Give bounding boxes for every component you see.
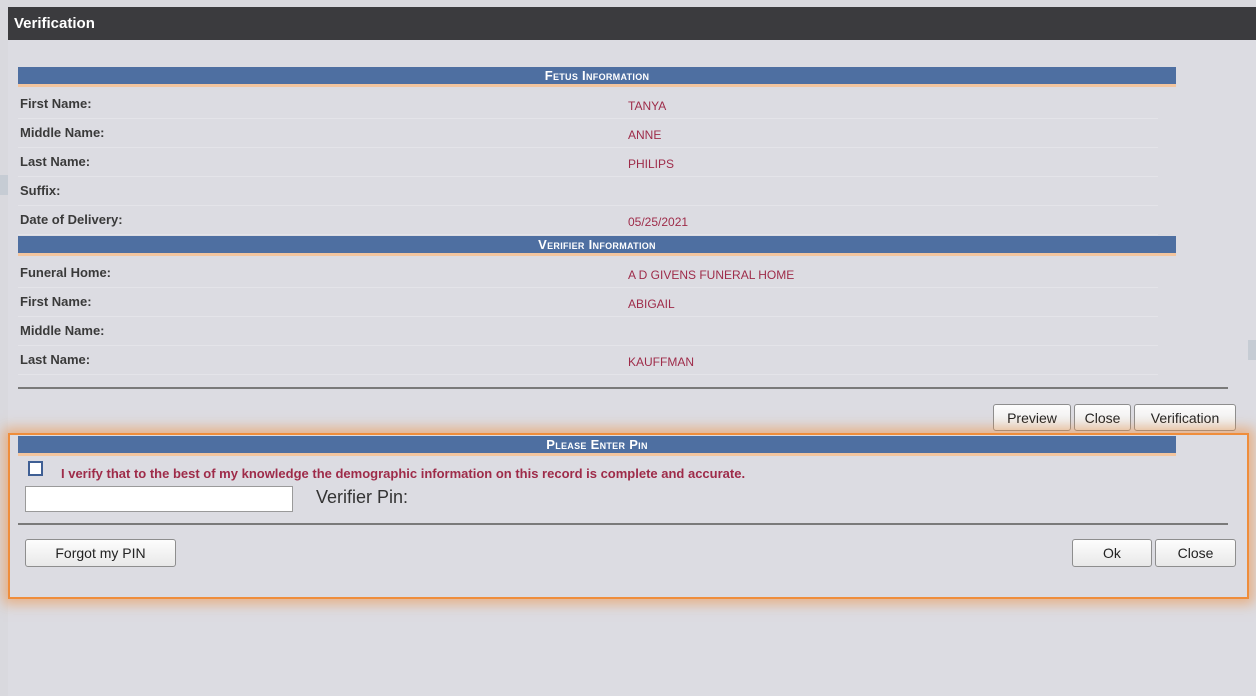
pin-entry-panel (8, 433, 1249, 599)
pin-close-button[interactable]: Close (1155, 539, 1236, 567)
fetus-row-last-name: Last Name: PHILIPS (18, 147, 1158, 177)
field-value: KAUFFMAN (628, 355, 694, 369)
verifier-row-middle-name: Middle Name: (18, 316, 1158, 346)
verifier-information-header: Verifier Information (18, 236, 1176, 256)
close-button[interactable]: Close (1074, 404, 1131, 431)
fetus-row-first-name: First Name: TANYA (18, 89, 1158, 119)
verifier-row-first-name: First Name: ABIGAIL (18, 287, 1158, 317)
field-label: Last Name: (20, 154, 91, 169)
field-value: ANNE (628, 128, 662, 142)
fetus-row-middle-name: Middle Name: ANNE (18, 118, 1158, 148)
field-label: Suffix: (20, 183, 61, 198)
field-label: Last Name: (20, 352, 91, 367)
field-value: ABIGAIL (628, 297, 675, 311)
preview-button[interactable]: Preview (993, 404, 1071, 431)
verify-statement: I verify that to the best of my knowledg… (61, 466, 746, 481)
dialog-title: Verification (8, 7, 1256, 40)
fetus-row-suffix: Suffix: (18, 176, 1158, 206)
field-value: PHILIPS (628, 157, 675, 171)
ok-button[interactable]: Ok (1072, 539, 1152, 567)
verifier-row-funeral-home: Funeral Home: A D GIVENS FUNERAL HOME (18, 258, 1158, 288)
background-edge-right (1248, 340, 1256, 360)
section-divider (18, 387, 1228, 389)
verify-checkbox[interactable] (28, 461, 43, 476)
field-value: A D GIVENS FUNERAL HOME (628, 268, 795, 282)
field-label: Middle Name: (20, 323, 105, 338)
fetus-row-date-of-delivery: Date of Delivery: 05/25/2021 (18, 205, 1158, 235)
background-edge-left (0, 175, 8, 195)
verifier-pin-label: Verifier Pin: (316, 487, 409, 507)
verification-button[interactable]: Verification (1134, 404, 1236, 431)
pin-divider (18, 523, 1228, 525)
field-label: First Name: (20, 96, 92, 111)
field-value: TANYA (628, 99, 667, 113)
field-value: 05/25/2021 (628, 215, 689, 229)
field-label: Middle Name: (20, 125, 105, 140)
field-label: Funeral Home: (20, 265, 112, 280)
field-label: First Name: (20, 294, 92, 309)
fetus-information-header: Fetus Information (18, 67, 1176, 87)
forgot-pin-button[interactable]: Forgot my PIN (25, 539, 176, 567)
field-label: Date of Delivery: (20, 212, 123, 227)
verifier-row-last-name: Last Name: KAUFFMAN (18, 345, 1158, 375)
please-enter-pin-header: Please Enter Pin (18, 436, 1176, 456)
verifier-pin-input[interactable] (25, 486, 293, 512)
